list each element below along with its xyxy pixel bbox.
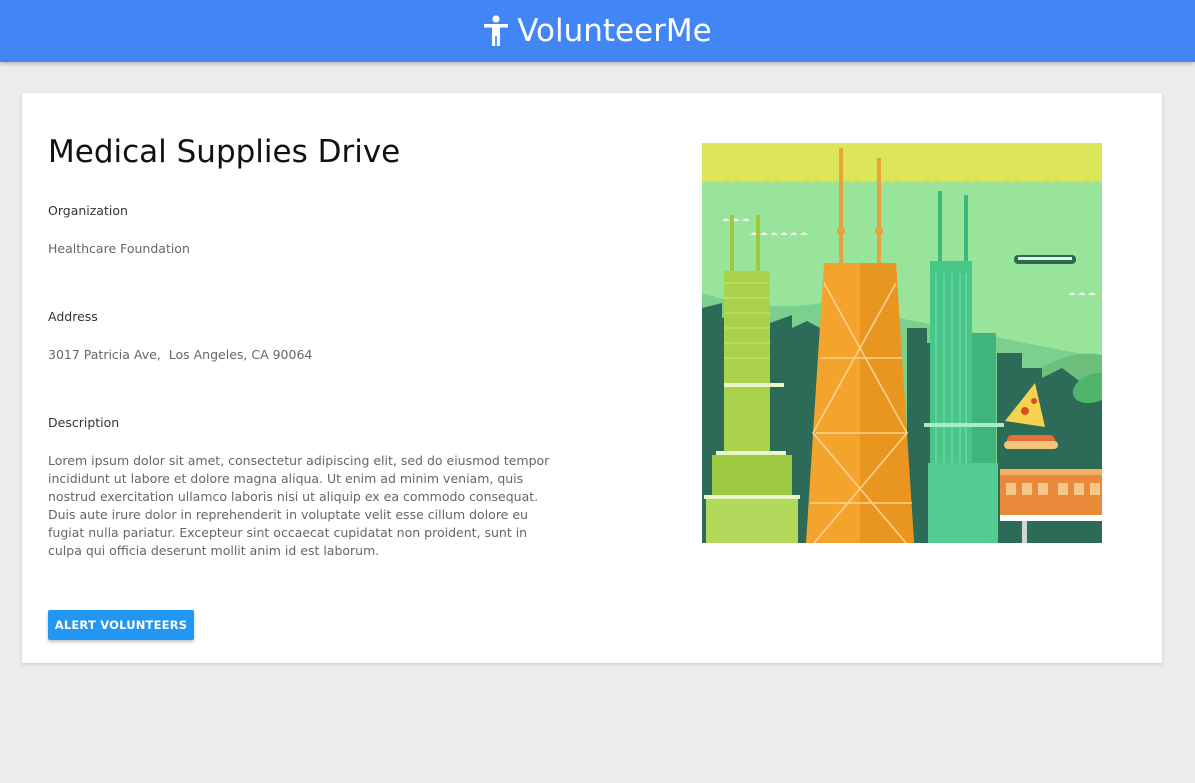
- address-value: 3017 Patricia Ave, Los Angeles, CA 90064: [48, 347, 313, 362]
- description-label: Description: [48, 415, 120, 430]
- city-skyline-illustration: [702, 143, 1102, 543]
- brand[interactable]: VolunteerMe: [483, 15, 712, 47]
- organization-value: Healthcare Foundation: [48, 241, 190, 256]
- event-card: Medical Supplies Drive Organization Heal…: [22, 93, 1162, 663]
- organization-label: Organization: [48, 203, 128, 218]
- description-value: Lorem ipsum dolor sit amet, consectetur …: [48, 453, 550, 558]
- event-title: Medical Supplies Drive: [48, 134, 401, 170]
- app-header: VolunteerMe: [0, 0, 1195, 62]
- address-label: Address: [48, 309, 98, 324]
- app-title: VolunteerMe: [517, 12, 712, 49]
- event-details: Medical Supplies Drive Organization Heal…: [48, 129, 568, 558]
- alert-volunteers-button[interactable]: ALERT VOLUNTEERS: [48, 610, 194, 640]
- person-icon: [484, 15, 509, 46]
